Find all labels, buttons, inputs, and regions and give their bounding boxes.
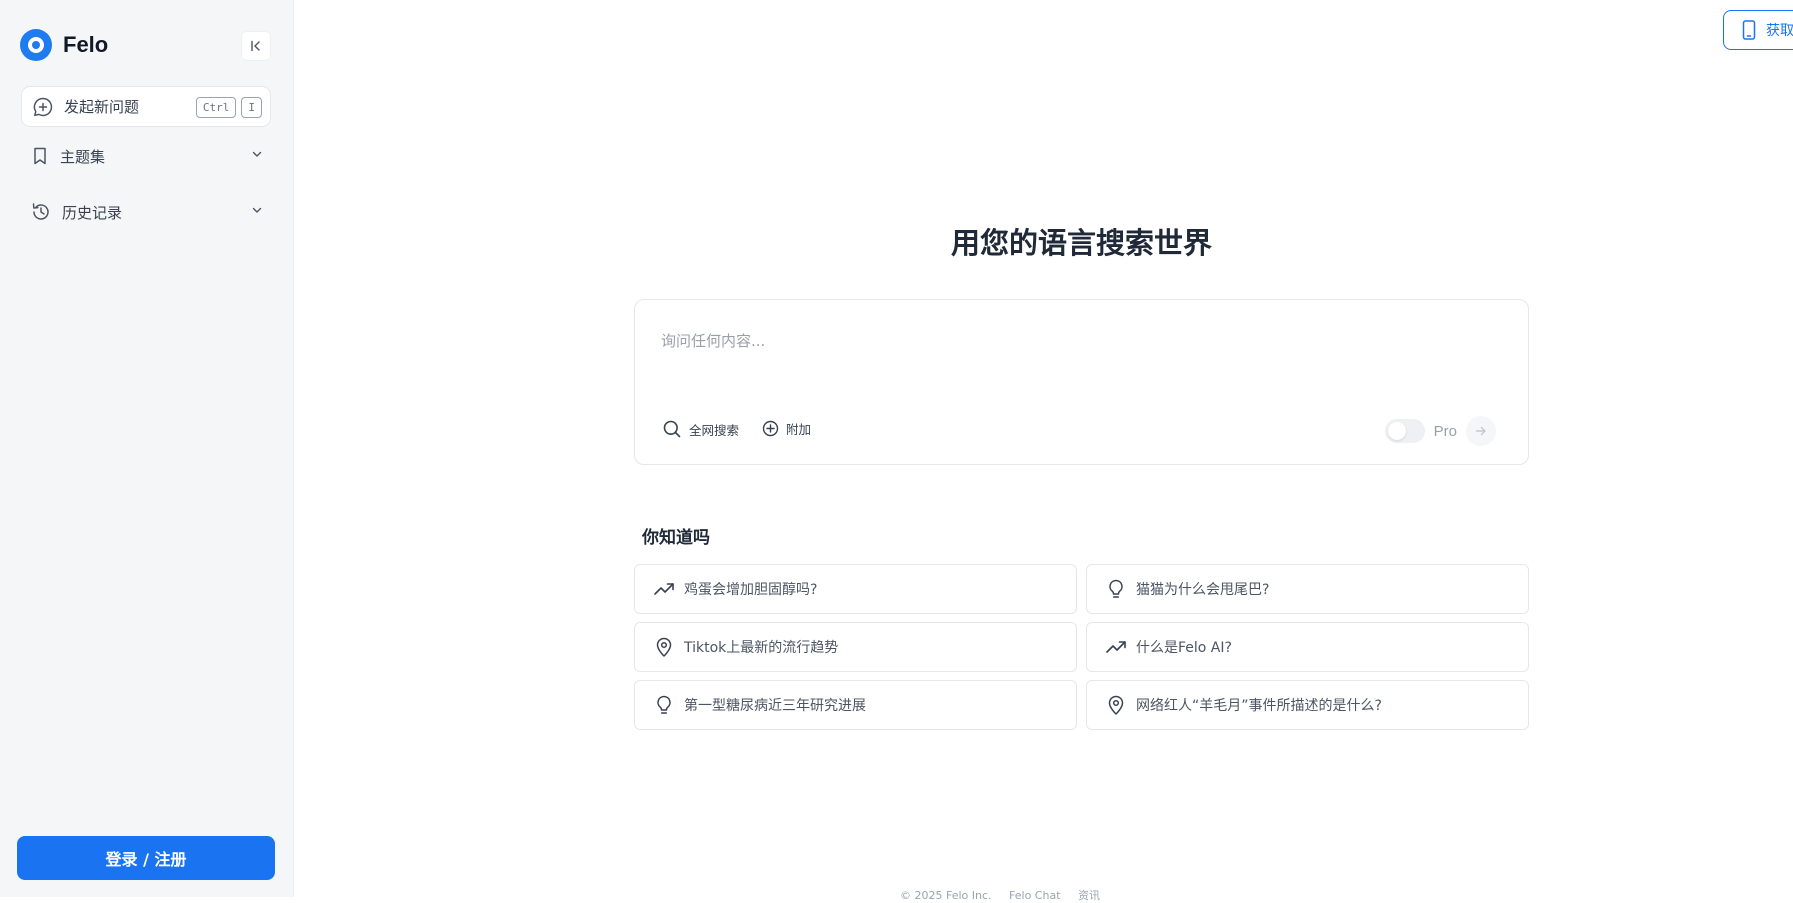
suggestion-card[interactable]: 第一型糖尿病近三年研究进展 (634, 680, 1077, 730)
get-app-button[interactable]: 获取 (1723, 10, 1793, 50)
pro-label: Pro (1433, 422, 1457, 440)
chevron-down-icon[interactable] (251, 148, 263, 160)
shortcut-hint: Ctrl I (195, 97, 262, 118)
history-icon (32, 203, 49, 220)
suggestion-label: 网络红人“羊毛月”事件所描述的是什么? (1136, 698, 1382, 714)
sidebar-item-history[interactable]: 历史记录 (21, 192, 271, 232)
web-search-label: 全网搜索 (689, 422, 740, 438)
map-pin-icon (1108, 695, 1124, 715)
sidebar-item-topics[interactable]: 主题集 (21, 136, 271, 176)
suggestion-label: 猫猫为什么会甩尾巴? (1136, 582, 1270, 598)
chat-plus-icon (33, 97, 53, 116)
collapse-sidebar-button[interactable] (241, 31, 271, 61)
page-title: 用您的语言搜索世界 (950, 226, 1212, 260)
copyright-text: © 2025 Felo Inc. (900, 889, 992, 902)
search-icon (663, 420, 681, 438)
pro-toggle[interactable] (1384, 419, 1425, 443)
new-question-label: 发起新问题 (64, 98, 140, 116)
arrow-right-icon (1475, 426, 1486, 436)
felo-logo-icon (20, 29, 52, 61)
bookmark-icon (34, 147, 46, 165)
send-button[interactable] (1466, 416, 1496, 446)
sidebar-item-label: 历史记录 (62, 203, 123, 222)
sidebar: Felo 发起新问题 Ctrl I 主题集 历史记录 登录 / 注册 (0, 0, 294, 897)
suggestion-card[interactable]: 鸡蛋会增加胆固醇吗? (634, 564, 1077, 614)
brand-name: Felo (63, 32, 109, 57)
suggestion-label: Tiktok上最新的流行趋势 (684, 640, 839, 656)
suggestion-label: 第一型糖尿病近三年研究进展 (684, 698, 866, 714)
shortcut-key-ctrl: Ctrl (195, 97, 237, 118)
sidebar-item-label: 主题集 (60, 147, 106, 166)
plus-circle-icon (762, 420, 779, 437)
mobile-phone-icon (1742, 20, 1756, 40)
shortcut-key-i: I (241, 97, 262, 118)
footer-link-news[interactable]: 资讯 (1078, 889, 1100, 902)
lightbulb-icon (657, 695, 671, 714)
lightbulb-icon (1109, 579, 1123, 598)
suggestion-card[interactable]: 猫猫为什么会甩尾巴? (1086, 564, 1529, 614)
trending-up-icon (654, 583, 674, 595)
suggestion-label: 什么是Felo AI? (1136, 640, 1232, 656)
attach-label: 附加 (786, 422, 812, 437)
search-box: 全网搜索 附加 Pro (634, 299, 1529, 465)
map-pin-icon (656, 637, 672, 657)
brand[interactable]: Felo (20, 29, 108, 61)
login-register-button[interactable]: 登录 / 注册 (17, 836, 275, 880)
did-you-know-title: 你知道吗 (642, 528, 710, 548)
suggestion-cards: 鸡蛋会增加胆固醇吗? 猫猫为什么会甩尾巴? Tiktok上最新的流行趋势 什么是… (634, 564, 1529, 730)
suggestion-card[interactable]: 网络红人“羊毛月”事件所描述的是什么? (1086, 680, 1529, 730)
web-search-button[interactable]: 全网搜索 (662, 419, 739, 439)
new-question-button[interactable]: 发起新问题 Ctrl I (21, 86, 271, 127)
trending-up-icon (1106, 641, 1126, 653)
pro-controls: Pro (1384, 416, 1496, 446)
footer: © 2025 Felo Inc. Felo Chat 资讯 (900, 887, 1114, 903)
footer-link-chat[interactable]: Felo Chat (1009, 889, 1060, 902)
get-app-label: 获取 (1766, 23, 1793, 39)
collapse-left-icon (251, 40, 260, 52)
suggestion-card[interactable]: 什么是Felo AI? (1086, 622, 1529, 672)
suggestion-card[interactable]: Tiktok上最新的流行趋势 (634, 622, 1077, 672)
suggestion-label: 鸡蛋会增加胆固醇吗? (684, 582, 818, 598)
chevron-down-icon[interactable] (251, 204, 263, 216)
attach-button[interactable]: 附加 (762, 419, 811, 438)
search-input[interactable] (661, 326, 1501, 356)
